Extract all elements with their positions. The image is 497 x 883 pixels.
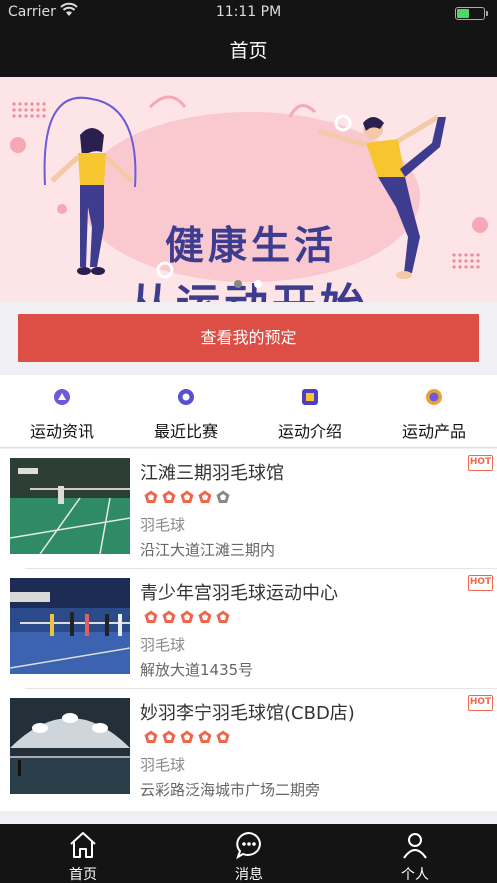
venue-rating <box>144 489 234 508</box>
venue-name: 江滩三期羽毛球馆 <box>140 463 284 484</box>
banner-dot[interactable] <box>234 280 242 288</box>
reserve-section: 查看我的预定 <box>0 302 497 374</box>
venue-row[interactable]: 江滩三期羽毛球馆 羽毛球沿江大道江滩三期内 HOT <box>0 449 497 569</box>
tab-label: 消息 <box>235 867 263 883</box>
venue-address: 沿江大道江滩三期内 <box>140 541 276 559</box>
view-reservations-button[interactable]: 查看我的预定 <box>18 314 479 362</box>
star-icon <box>216 729 230 748</box>
venue-row[interactable]: 妙羽李宁羽毛球馆(CBD店) 羽毛球云彩路泛海城市广场二期旁 HOT <box>0 689 497 809</box>
venue-rating <box>144 729 234 748</box>
tab-2[interactable]: 个人 <box>332 824 497 883</box>
venue-address: 云彩路泛海城市广场二期旁 <box>140 781 321 799</box>
venue-photo <box>10 458 130 554</box>
star-icon <box>180 609 194 628</box>
quick-menu-label: 最近比赛 <box>153 422 218 441</box>
hot-badge: HOT <box>468 695 493 711</box>
quick-menu-item-0[interactable]: 运动资讯 <box>0 375 124 448</box>
quick-menu-label: 运动产品 <box>401 422 466 441</box>
venue-row[interactable]: 青少年宫羽毛球运动中心 羽毛球解放大道1435号 HOT <box>0 569 497 689</box>
venue-photo <box>10 578 130 674</box>
quick-menu-item-1[interactable]: 最近比赛 <box>124 375 248 448</box>
news-icon <box>53 388 71 406</box>
product-icon <box>425 388 443 406</box>
star-icon <box>180 489 194 508</box>
quick-menu-item-2[interactable]: 运动介绍 <box>248 375 372 448</box>
venue-name: 青少年宫羽毛球运动中心 <box>140 583 338 604</box>
star-icon <box>162 489 176 508</box>
venue-list: 江滩三期羽毛球馆 羽毛球 沿江大道江滩三期内 HOT 青少年宫羽毛球运动中心 羽毛球 解放大… <box>0 449 497 811</box>
banner-dot[interactable] <box>254 280 262 288</box>
banner-headline-1: 健康生活 <box>165 224 338 269</box>
star-icon <box>198 609 212 628</box>
star-icon <box>198 729 212 748</box>
venue-sport: 羽毛球 <box>140 756 186 774</box>
star-icon <box>162 729 176 748</box>
quick-menu-label: 运动介绍 <box>277 422 342 441</box>
star-icon <box>144 609 158 628</box>
venue-sport: 羽毛球 <box>140 636 186 654</box>
venue-name: 妙羽李宁羽毛球馆(CBD店) <box>140 703 355 724</box>
intro-icon <box>301 388 319 406</box>
star-icon <box>216 489 230 508</box>
tab-label: 个人 <box>401 867 429 883</box>
tab-1[interactable]: 消息 <box>166 824 332 883</box>
venue-photo <box>10 698 130 794</box>
home-icon <box>68 830 98 860</box>
star-icon <box>198 489 212 508</box>
hot-badge: HOT <box>468 455 493 471</box>
star-icon <box>144 489 158 508</box>
venue-rating <box>144 609 234 628</box>
message-icon <box>234 830 264 860</box>
tab-label: 首页 <box>69 867 97 883</box>
tab-bar: 首页 消息 个人 <box>0 824 497 883</box>
clock: 11:11 PM <box>215 4 282 20</box>
promo-banner[interactable]: 健康生活 从运动开始 <box>0 77 497 302</box>
battery-icon <box>455 7 488 20</box>
quick-menu-item-3[interactable]: 运动产品 <box>372 375 496 448</box>
quick-menu-label: 运动资讯 <box>29 422 94 441</box>
star-icon <box>216 609 230 628</box>
venue-sport: 羽毛球 <box>140 516 186 534</box>
match-icon <box>177 388 195 406</box>
star-icon <box>144 729 158 748</box>
page-title: 首页 <box>0 26 497 77</box>
venue-address: 解放大道1435号 <box>140 661 254 679</box>
quick-menu: 运动资讯 最近比赛 运动介绍 运动产品 <box>0 375 497 448</box>
star-icon <box>180 729 194 748</box>
tab-0[interactable]: 首页 <box>0 824 166 883</box>
status-bar: Carrier 11:11 PM <box>0 0 497 26</box>
banner-headline-2: 从运动开始 <box>128 269 368 302</box>
hot-badge: HOT <box>468 575 493 591</box>
profile-icon <box>400 830 430 860</box>
star-icon <box>162 609 176 628</box>
